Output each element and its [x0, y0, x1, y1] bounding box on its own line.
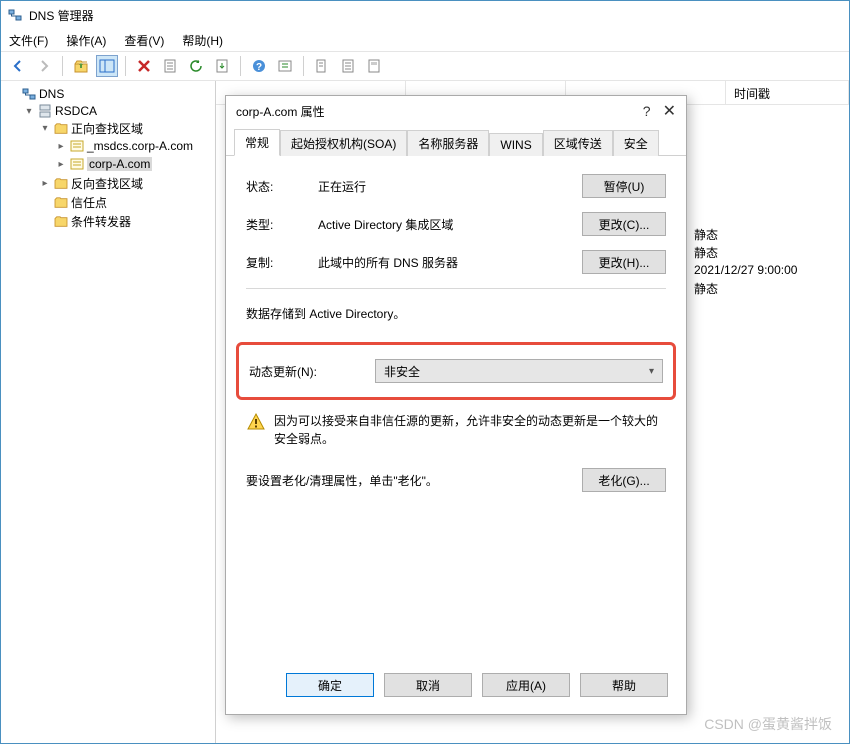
up-button[interactable] — [70, 55, 92, 77]
ok-button[interactable]: 确定 — [286, 673, 374, 697]
tree-reverse-zones[interactable]: 反向查找区域 — [39, 175, 213, 192]
dns-app-icon — [7, 7, 23, 23]
change-replication-button[interactable]: 更改(H)... — [582, 250, 666, 274]
zone-icon — [69, 138, 85, 154]
tree-msdcs[interactable]: _msdcs.corp-A.com — [55, 138, 213, 154]
tab-zone-transfer[interactable]: 区域传送 — [543, 130, 613, 156]
tab-wins[interactable]: WINS — [489, 133, 542, 156]
col-timestamp[interactable]: 时间戳 — [726, 81, 849, 104]
dynamic-update-combo[interactable]: 非安全 ▾ — [375, 359, 663, 383]
status-label: 状态: — [246, 178, 318, 195]
type-value: Active Directory 集成区域 — [318, 216, 582, 233]
tree-forward-zones[interactable]: 正向查找区域 — [39, 120, 213, 137]
tree-corp-a[interactable]: corp-A.com — [55, 156, 213, 172]
tab-security[interactable]: 安全 — [613, 130, 659, 156]
aging-text: 要设置老化/清理属性，单击"老化"。 — [246, 472, 582, 489]
menubar: 文件(F) 操作(A) 查看(V) 帮助(H) — [1, 29, 849, 51]
filter-button[interactable] — [274, 55, 296, 77]
change-type-button[interactable]: 更改(C)... — [582, 212, 666, 236]
refresh-button[interactable] — [185, 55, 207, 77]
tree-pane: DNS RSDCA — [1, 81, 216, 743]
type-label: 类型: — [246, 216, 318, 233]
aging-button[interactable]: 老化(G)... — [582, 468, 666, 492]
tree-trust-points[interactable]: 信任点 — [39, 194, 213, 211]
watermark: CSDN @蛋黄酱拌饭 — [704, 714, 832, 734]
main-titlebar: DNS 管理器 — [1, 1, 849, 29]
dns-root-icon — [21, 86, 37, 102]
menu-help[interactable]: 帮助(H) — [182, 32, 223, 49]
folder-icon — [53, 214, 69, 230]
delete-button[interactable] — [133, 55, 155, 77]
tree-server[interactable]: RSDCA — [23, 103, 213, 119]
folder-icon — [53, 176, 69, 192]
show-tree-button[interactable] — [96, 55, 118, 77]
forward-button[interactable] — [33, 55, 55, 77]
help-button[interactable]: ? — [248, 55, 270, 77]
tab-general-body: 状态: 正在运行 暂停(U) 类型: Active Directory 集成区域… — [226, 156, 686, 666]
status-value: 正在运行 — [318, 178, 582, 195]
server-icon — [37, 103, 53, 119]
folder-icon — [53, 195, 69, 211]
help-icon[interactable]: ? — [643, 103, 651, 119]
pause-button[interactable]: 暂停(U) — [582, 174, 666, 198]
properties-button[interactable] — [159, 55, 181, 77]
dynamic-update-highlight: 动态更新(N): 非安全 ▾ — [236, 342, 676, 400]
new-record-button[interactable] — [337, 55, 359, 77]
dynamic-update-value: 非安全 — [384, 363, 420, 380]
replication-value: 此域中的所有 DNS 服务器 — [318, 254, 582, 271]
tree-conditional-forwarders[interactable]: 条件转发器 — [39, 213, 213, 230]
folder-icon — [53, 121, 69, 137]
misc-button[interactable] — [363, 55, 385, 77]
main-title: DNS 管理器 — [29, 7, 94, 24]
dialog-titlebar[interactable]: corp-A.com 属性 ? ✕ — [226, 96, 686, 126]
replication-label: 复制: — [246, 254, 318, 271]
help-button[interactable]: 帮助 — [580, 673, 668, 697]
dialog-title: corp-A.com 属性 — [236, 103, 325, 120]
warning-icon — [246, 412, 266, 432]
dynamic-update-label: 动态更新(N): — [249, 363, 317, 380]
toolbar: ? — [1, 51, 849, 81]
export-button[interactable] — [211, 55, 233, 77]
tree-root-dns[interactable]: DNS — [7, 86, 213, 102]
tab-general[interactable]: 常规 — [234, 129, 280, 156]
warning-text: 因为可以接受来自非信任源的更新，允许非安全的动态更新是一个较大的安全弱点。 — [274, 412, 666, 448]
zone-icon — [69, 156, 85, 172]
apply-button[interactable]: 应用(A) — [482, 673, 570, 697]
dialog-buttons: 确定 取消 应用(A) 帮助 — [226, 666, 686, 714]
menu-view[interactable]: 查看(V) — [124, 32, 164, 49]
storage-text: 数据存储到 Active Directory。 — [246, 305, 666, 322]
chevron-down-icon: ▾ — [649, 366, 654, 377]
properties-dialog: corp-A.com 属性 ? ✕ 常规 起始授权机构(SOA) 名称服务器 W… — [225, 95, 687, 715]
close-icon[interactable]: ✕ — [663, 101, 676, 121]
tab-soa[interactable]: 起始授权机构(SOA) — [280, 130, 407, 156]
tab-ns[interactable]: 名称服务器 — [407, 130, 489, 156]
svg-text:?: ? — [256, 62, 262, 73]
menu-action[interactable]: 操作(A) — [66, 32, 106, 49]
menu-file[interactable]: 文件(F) — [9, 32, 48, 49]
new-zone-button[interactable] — [311, 55, 333, 77]
cancel-button[interactable]: 取消 — [384, 673, 472, 697]
back-button[interactable] — [7, 55, 29, 77]
dialog-tabs: 常规 起始授权机构(SOA) 名称服务器 WINS 区域传送 安全 — [226, 130, 686, 156]
